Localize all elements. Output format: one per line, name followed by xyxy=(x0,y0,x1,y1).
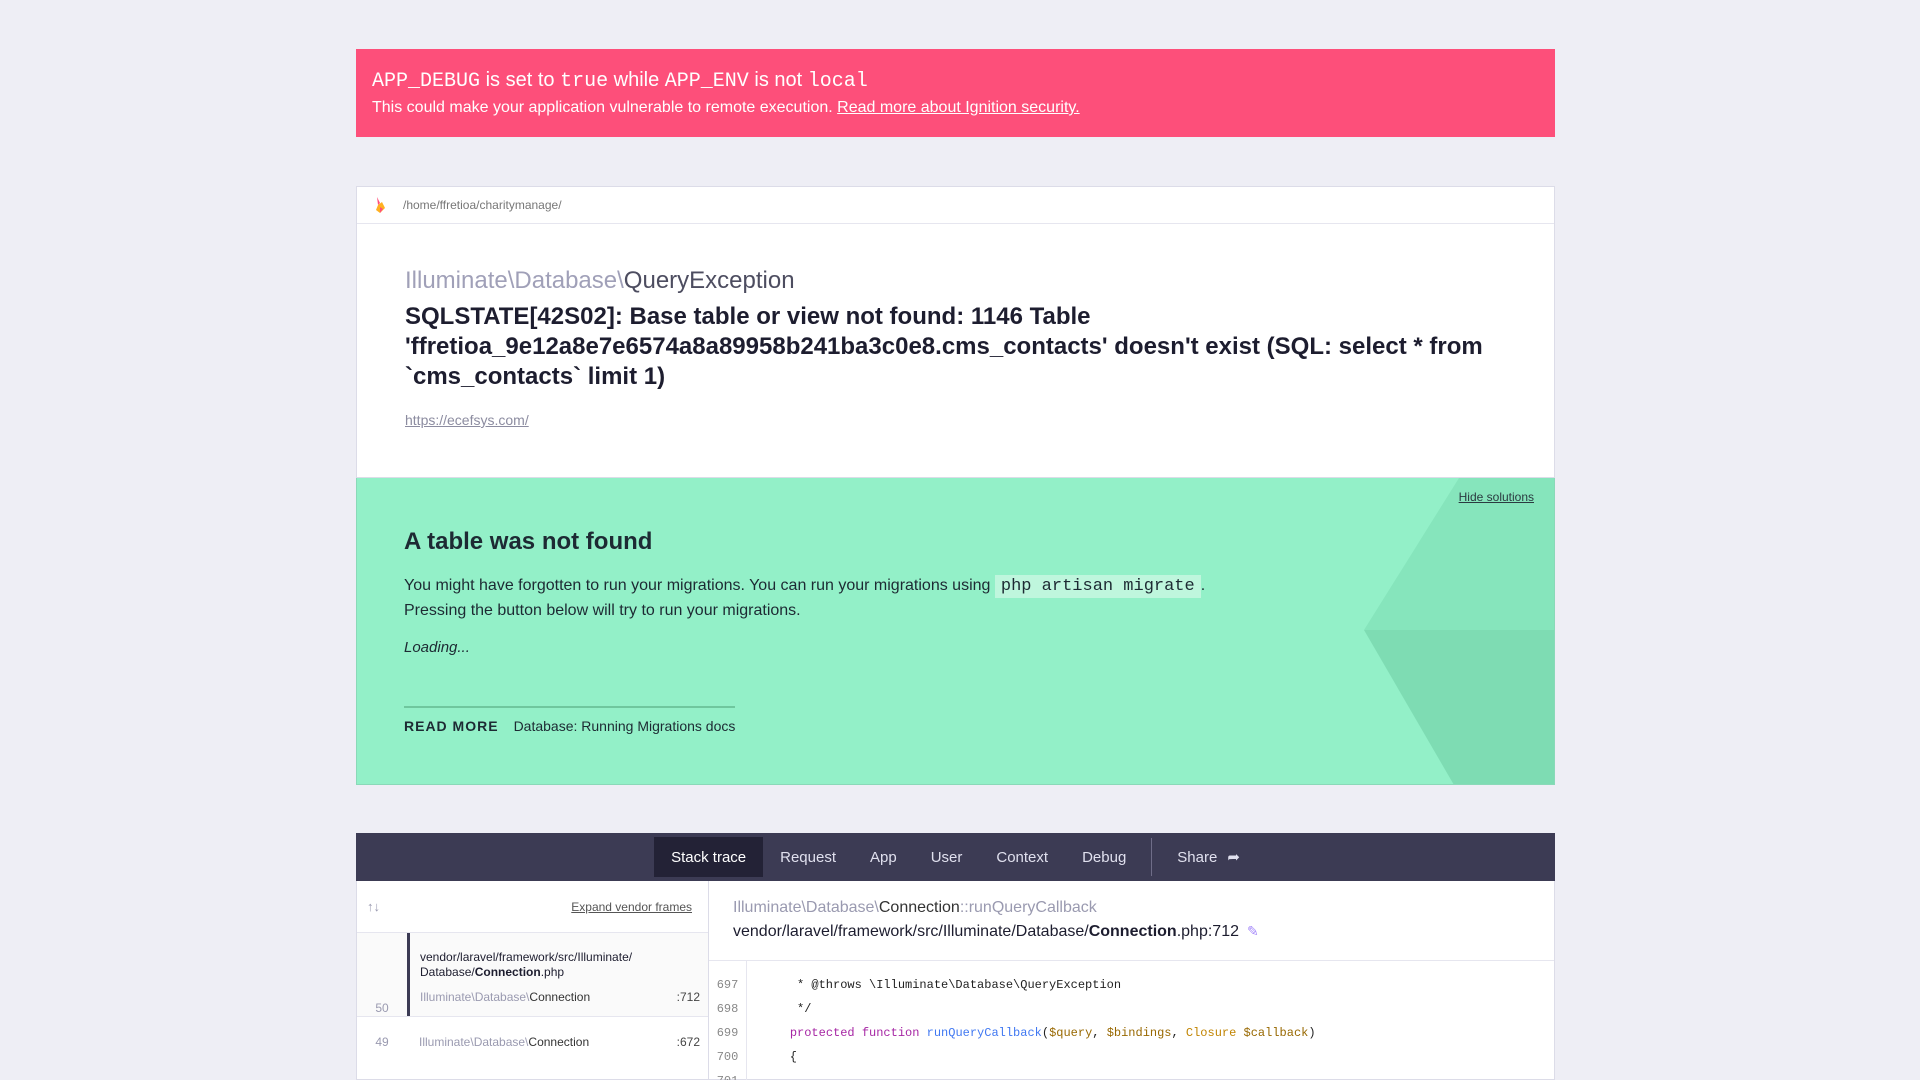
share-button[interactable]: Share ➦ xyxy=(1160,837,1257,877)
line-numbers: 697 698 699 700 701 xyxy=(709,961,747,1080)
code-method: Illuminate\Database\Connection::runQuery… xyxy=(733,899,1530,917)
frames-list: ↑↓ Expand vendor frames 50 vendor/larave… xyxy=(357,881,709,1079)
tab-context[interactable]: Context xyxy=(979,837,1065,877)
code-ns: Illuminate\Database\ xyxy=(733,899,879,916)
warning-headline: APP_DEBUG is set to true while APP_ENV i… xyxy=(372,67,1539,95)
frame-number: 49 xyxy=(375,1034,389,1049)
tab-bar: Stack trace Request App User Context Deb… xyxy=(356,833,1555,881)
solution-panel: Hide solutions A table was not found You… xyxy=(356,478,1555,785)
code-punct: ) xyxy=(1308,1026,1316,1040)
solution-desc-text: You might have forgotten to run your mig… xyxy=(404,577,991,594)
tab-user[interactable]: User xyxy=(914,837,980,877)
frame-line: :712 xyxy=(676,990,700,1004)
frame-cls: Connection xyxy=(528,1034,590,1049)
expand-vendor-frames-button[interactable]: Expand vendor frames xyxy=(571,900,692,914)
code-var: $bindings xyxy=(1106,1026,1172,1040)
code-line: * @throws \Illuminate\Database\QueryExce… xyxy=(761,978,1122,992)
share-label: Share xyxy=(1177,848,1218,866)
frame-file-name: Connection xyxy=(474,965,541,979)
code-line: */ xyxy=(761,1002,812,1016)
code-keyword: protected function xyxy=(789,1026,920,1040)
solution-desc-period: . xyxy=(1200,577,1206,594)
solution-desc-line2: Pressing the button below will try to ru… xyxy=(404,602,801,619)
stack-trace-panel: ↑↓ Expand vendor frames 50 vendor/larave… xyxy=(356,881,1555,1080)
ignition-logo-icon xyxy=(373,196,387,214)
exception-class: Illuminate\Database\QueryException xyxy=(405,266,1506,296)
exception-message: SQLSTATE[42S02]: Base table or view not … xyxy=(405,303,1483,390)
frame-ns: Illuminate\Database\ xyxy=(420,990,530,1004)
project-path-bar: /home/ffretioa/charitymanage/ xyxy=(357,187,1554,224)
frame-cls: Connection xyxy=(529,990,591,1004)
line-number: 701 xyxy=(709,1069,746,1080)
true-code: true xyxy=(560,70,609,93)
line-number: 697 xyxy=(716,978,739,992)
line-number: 699 xyxy=(716,1026,739,1040)
stack-frame[interactable]: 49 Illuminate\Database\Connection :672 xyxy=(357,1016,708,1066)
share-icon: ➦ xyxy=(1227,849,1240,866)
code-type: Closure xyxy=(1185,1026,1237,1040)
app-env-code: APP_ENV xyxy=(664,70,749,93)
debug-warning-banner: APP_DEBUG is set to true while APP_ENV i… xyxy=(356,49,1555,137)
frame-nav-arrows-icon[interactable]: ↑↓ xyxy=(367,899,380,914)
local-code: local xyxy=(807,70,868,93)
code-file-path: vendor/laravel/framework/src/Illuminate/… xyxy=(733,923,1530,941)
project-path: /home/ffretioa/charitymanage/ xyxy=(403,198,562,212)
tab-stack-trace[interactable]: Stack trace xyxy=(654,837,764,877)
warning-description: This could make your application vulnera… xyxy=(372,99,833,116)
request-url-link[interactable]: https://ecefsys.com/ xyxy=(405,412,529,428)
tab-request[interactable]: Request xyxy=(763,837,853,877)
code-var: $query xyxy=(1049,1026,1093,1040)
warning-subtext: This could make your application vulnera… xyxy=(372,99,1539,117)
code-method-name: ::runQueryCallback xyxy=(959,899,1097,916)
code-cls: Connection xyxy=(878,899,960,916)
tab-app[interactable]: App xyxy=(853,837,914,877)
code-function: runQueryCallback xyxy=(926,1026,1042,1040)
tab-debug[interactable]: Debug xyxy=(1065,837,1143,877)
frame-class: Illuminate\Database\Connection xyxy=(419,1035,589,1049)
migrations-docs-link[interactable]: Database: Running Migrations docs xyxy=(514,718,736,734)
frame-file: vendor/laravel/framework/src/Illuminate/… xyxy=(420,933,708,980)
code-path-prefix: vendor/laravel/framework/src/Illuminate/… xyxy=(733,923,1089,940)
read-more-section: READ MORE Database: Running Migrations d… xyxy=(404,706,736,734)
frame-number: 50 xyxy=(375,1001,389,1015)
warning-text: while xyxy=(613,69,660,91)
ignition-security-link[interactable]: Read more about Ignition security. xyxy=(837,99,1080,116)
frame-class: Illuminate\Database\Connection xyxy=(420,990,590,1004)
solution-description: You might have forgotten to run your mig… xyxy=(404,574,1205,623)
code-punct: ( xyxy=(1041,1026,1050,1040)
exception-card: /home/ffretioa/charitymanage/ Illuminate… xyxy=(356,186,1555,478)
frame-ns: Illuminate\Database\ xyxy=(419,1034,529,1049)
edit-pencil-icon[interactable]: ✎ xyxy=(1247,923,1259,939)
solution-decoration xyxy=(1364,630,1554,784)
source-code: * @throws \Illuminate\Database\QueryExce… xyxy=(747,961,1316,1080)
warning-text: is set to xyxy=(485,69,555,91)
exception-namespace: Illuminate\Database\ xyxy=(405,267,624,294)
exception-class-name: QueryException xyxy=(623,267,795,294)
tab-divider xyxy=(1151,838,1153,876)
app-debug-code: APP_DEBUG xyxy=(372,70,481,93)
code-punct: , xyxy=(1092,1026,1107,1040)
code-path-ext: .php:712 xyxy=(1176,923,1239,940)
hide-solutions-button[interactable]: Hide solutions xyxy=(1459,490,1534,504)
stack-frame[interactable]: 50 vendor/laravel/framework/src/Illumina… xyxy=(357,933,708,1016)
read-more-label: READ MORE xyxy=(404,718,499,734)
loading-text: Loading... xyxy=(404,639,470,656)
code-viewer: Illuminate\Database\Connection::runQuery… xyxy=(709,881,1554,1080)
code-line: { xyxy=(761,1050,798,1064)
warning-text: is not xyxy=(754,69,803,91)
migrate-command: php artisan migrate xyxy=(994,575,1201,598)
line-number: 700 xyxy=(716,1050,739,1064)
code-path-name: Connection xyxy=(1088,923,1177,940)
code-var: $callback xyxy=(1243,1026,1309,1040)
solution-title: A table was not found xyxy=(404,528,653,555)
code-punct: , xyxy=(1171,1026,1186,1040)
line-number: 698 xyxy=(716,1002,739,1016)
frame-line: :672 xyxy=(676,1034,700,1049)
code-line: protected function runQueryCallback($que… xyxy=(761,1021,1316,1045)
frame-file-ext: .php xyxy=(540,965,565,979)
